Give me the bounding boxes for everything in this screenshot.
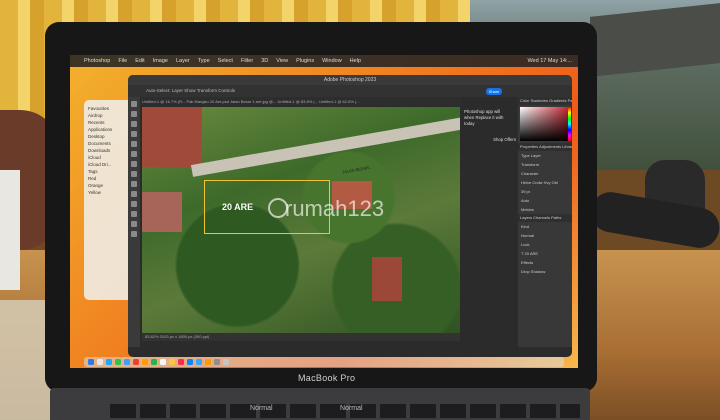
finder-item[interactable]: Airdrop	[88, 113, 132, 118]
blend-mode-select[interactable]: Normal	[518, 231, 572, 240]
menu-layer[interactable]: Layer	[176, 58, 190, 64]
hand-tool-icon[interactable]	[131, 221, 137, 227]
finder-item: Favourites	[88, 106, 110, 111]
drop-shadow-row[interactable]: Drop Shadow	[518, 267, 572, 276]
menu-select[interactable]: Select	[218, 58, 233, 64]
photoshop-app-icon[interactable]	[196, 359, 202, 365]
dock	[84, 357, 564, 367]
update-notification: Photoshop app will when Replace it with …	[464, 109, 516, 149]
color-panel-tabs[interactable]: Color Swatches Gradients Patterns	[518, 97, 572, 105]
watermark: rumah123	[285, 196, 385, 221]
panel-row: Type Layer	[521, 153, 541, 158]
finder-item[interactable]: Orange	[88, 183, 132, 188]
key-hint-2: Normal	[340, 405, 363, 412]
finder-item[interactable]: Documents	[88, 141, 132, 146]
type-tool-icon[interactable]	[131, 201, 137, 207]
calendar-app-icon[interactable]	[160, 359, 166, 365]
aerial-roof	[142, 192, 182, 232]
plot-label: 20 ARE	[222, 202, 254, 212]
crop-tool-icon[interactable]	[131, 131, 137, 137]
layer-filter[interactable]: Kind	[518, 222, 572, 231]
panel-row[interactable]: Character	[518, 169, 572, 178]
app-store-app-icon[interactable]	[187, 359, 193, 365]
eraser-tool-icon[interactable]	[131, 171, 137, 177]
hue-slider[interactable]	[568, 107, 571, 141]
finder-item: iCloud	[88, 155, 101, 160]
facetime-app-icon[interactable]	[151, 359, 157, 365]
kerning-field[interactable]: Metrics	[518, 205, 572, 214]
menu-file[interactable]: File	[118, 58, 127, 64]
finder-item[interactable]: Yellow	[88, 190, 132, 195]
menu-window[interactable]: Window	[322, 58, 342, 64]
properties-tabs[interactable]: Properties Adjustments Libraries	[518, 143, 572, 151]
safari-app-icon[interactable]	[106, 359, 112, 365]
finder-app-icon[interactable]	[88, 359, 94, 365]
stamp-tool-icon[interactable]	[131, 161, 137, 167]
leading-field[interactable]: Auto	[518, 196, 572, 205]
menubar-clock[interactable]: Wed 17 May 14:...	[527, 58, 572, 64]
finder-item[interactable]: Recents	[88, 120, 132, 125]
marquee-tool-icon[interactable]	[131, 111, 137, 117]
messages-app-icon[interactable]	[115, 359, 121, 365]
document-tabs[interactable]: Untitled-1 @ 16.7% (R... Pak Mangku 20 A…	[142, 97, 462, 106]
eyedropper-tool-icon[interactable]	[131, 141, 137, 147]
font-family-select[interactable]: Helve Cndw Hvy Obl	[518, 178, 572, 187]
finder-item[interactable]: Applications	[88, 127, 132, 132]
laptop-brand: MacBook Pro	[298, 373, 356, 383]
launchpad-app-icon[interactable]	[97, 359, 103, 365]
move-tool-icon[interactable]	[131, 101, 137, 107]
font-size-field[interactable]: 39 pt	[518, 187, 572, 196]
effects-row[interactable]: Effects	[518, 258, 572, 267]
status-bar: 83.82% 3103 px x 1800 px (300 ppi)	[142, 333, 460, 341]
window-title: Adobe Photoshop 2023	[128, 75, 572, 85]
pen-tool-icon[interactable]	[131, 191, 137, 197]
aerial-roof	[142, 107, 202, 167]
photo-scene: Normal Normal MacBook Pro Photoshop File…	[0, 0, 720, 420]
layer-row[interactable]: T 20 ARE	[518, 249, 572, 258]
menu-type[interactable]: Type	[198, 58, 210, 64]
menu-view[interactable]: View	[276, 58, 288, 64]
lock-row[interactable]: Lock	[518, 240, 572, 249]
cup	[0, 170, 20, 290]
photos-app-icon[interactable]	[142, 359, 148, 365]
maps-app-icon[interactable]	[133, 359, 139, 365]
finder-item[interactable]: Red	[88, 176, 132, 181]
music-app-icon[interactable]	[178, 359, 184, 365]
share-button[interactable]: Share	[486, 88, 502, 95]
shape-tool-icon[interactable]	[131, 211, 137, 217]
finder-item[interactable]: iCloud Dri...	[88, 162, 132, 167]
mac-menubar: Photoshop File Edit Image Layer Type Sel…	[70, 55, 578, 67]
aerial-road	[190, 114, 460, 177]
layers-tabs[interactable]: Layers Channels Paths	[518, 214, 572, 222]
lasso-tool-icon[interactable]	[131, 121, 137, 127]
finder-item[interactable]: Downloads	[88, 148, 132, 153]
mail-app-icon[interactable]	[124, 359, 130, 365]
color-picker[interactable]	[520, 107, 570, 141]
tools-panel	[128, 97, 140, 347]
finder-item[interactable]: Desktop	[88, 134, 132, 139]
notes-app-icon[interactable]	[169, 359, 175, 365]
gradient-tool-icon[interactable]	[131, 181, 137, 187]
shop-offers-link[interactable]: Shop Offers	[464, 137, 516, 143]
panel-row[interactable]: Transform	[518, 160, 572, 169]
road-label: JALAN BESAR...	[341, 164, 373, 175]
finder-item: Tags	[88, 169, 98, 174]
key-hint-1: Normal	[250, 405, 273, 412]
illustrator-app-icon[interactable]	[205, 359, 211, 365]
settings-app-icon[interactable]	[214, 359, 220, 365]
zoom-tool-icon[interactable]	[131, 231, 137, 237]
options-bar[interactable]: Auto-Select: Layer Show Transform Contro…	[128, 85, 572, 97]
menu-filter[interactable]: Filter	[241, 58, 253, 64]
right-panels: Color Swatches Gradients Patterns Proper…	[518, 97, 572, 347]
menu-image[interactable]: Image	[153, 58, 168, 64]
menu-app[interactable]: Photoshop	[84, 58, 110, 64]
aerial-roof	[372, 257, 402, 301]
brush-tool-icon[interactable]	[131, 151, 137, 157]
notification-line: today	[464, 121, 475, 126]
menu-3d[interactable]: 3D	[261, 58, 268, 64]
menu-plugins[interactable]: Plugins	[296, 58, 314, 64]
menu-help[interactable]: Help	[350, 58, 361, 64]
trash-icon[interactable]	[223, 359, 229, 365]
menu-edit[interactable]: Edit	[135, 58, 144, 64]
